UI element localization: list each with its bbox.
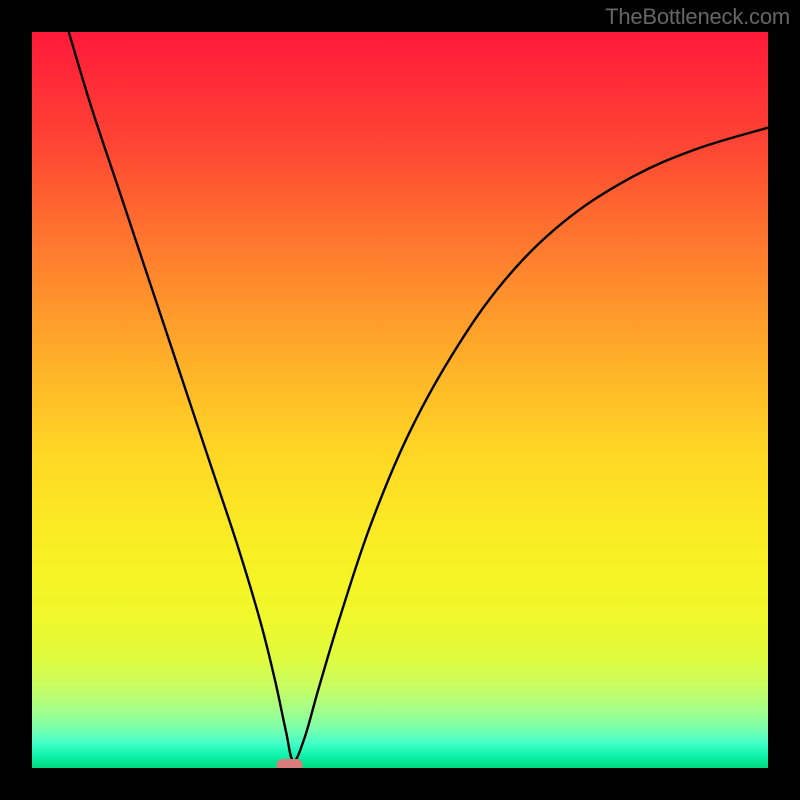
- watermark-label: TheBottleneck.com: [605, 4, 790, 30]
- chart-frame: TheBottleneck.com: [0, 0, 800, 800]
- plot-area: [32, 32, 768, 768]
- minimum-marker: [32, 32, 768, 768]
